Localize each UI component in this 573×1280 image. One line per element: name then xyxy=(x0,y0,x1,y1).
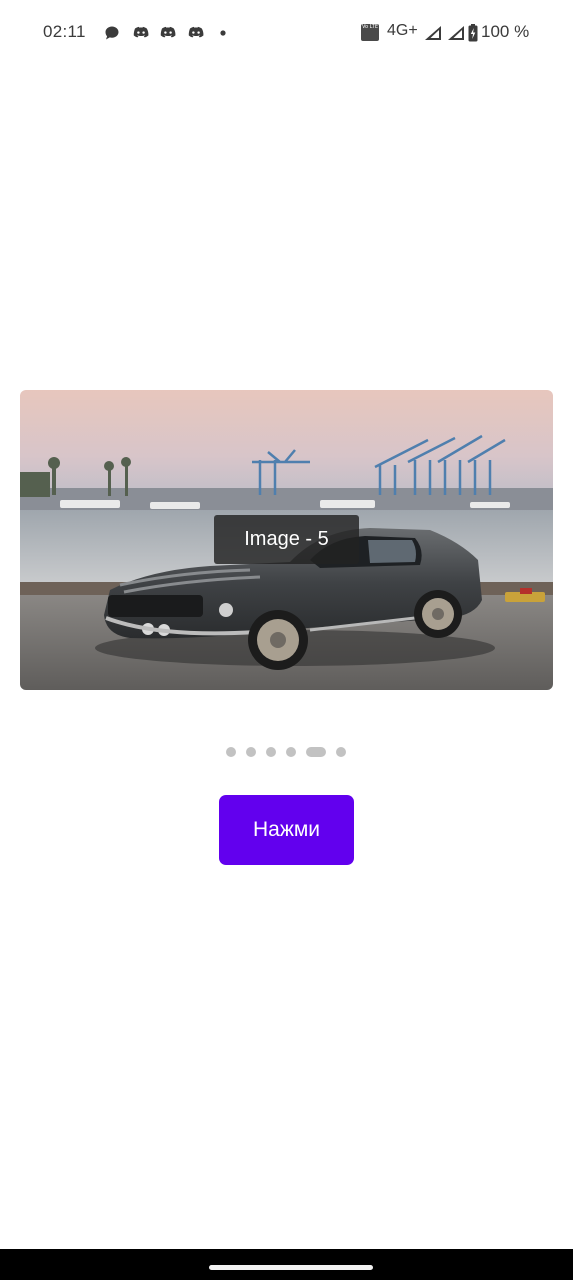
more-dot-icon xyxy=(220,30,226,36)
page-dot-active[interactable] xyxy=(306,747,326,757)
slide-caption: Image - 5 xyxy=(214,515,359,564)
press-button[interactable]: Нажми xyxy=(219,795,354,865)
page-dot[interactable] xyxy=(226,747,236,757)
status-right-group: Vo LTE 4G+ 100 % xyxy=(353,22,573,44)
page-dot[interactable] xyxy=(266,747,276,757)
discord-icon xyxy=(188,26,204,38)
discord-icon xyxy=(133,26,149,38)
chat-bubble-icon xyxy=(105,26,119,40)
battery-percentage: 100 % xyxy=(481,22,530,41)
network-type: 4G+ xyxy=(387,22,418,39)
image-carousel[interactable]: Image - 5 xyxy=(20,390,553,690)
signal-icon xyxy=(448,26,464,40)
signal-icon xyxy=(425,26,441,40)
page-dot[interactable] xyxy=(336,747,346,757)
battery-charging-icon xyxy=(468,24,478,42)
page-dot[interactable] xyxy=(286,747,296,757)
home-gesture-handle[interactable] xyxy=(209,1265,373,1270)
navigation-bar xyxy=(0,1249,573,1280)
page-indicator xyxy=(0,747,573,759)
discord-icon xyxy=(160,26,176,38)
status-time: 02:11 xyxy=(43,22,86,41)
status-bar: 02:11 Vo LTE 4G+ 100 % xyxy=(0,0,573,66)
volte-label: Vo LTE xyxy=(362,24,378,30)
volte-icon: Vo LTE xyxy=(361,24,379,41)
page-dot[interactable] xyxy=(246,747,256,757)
